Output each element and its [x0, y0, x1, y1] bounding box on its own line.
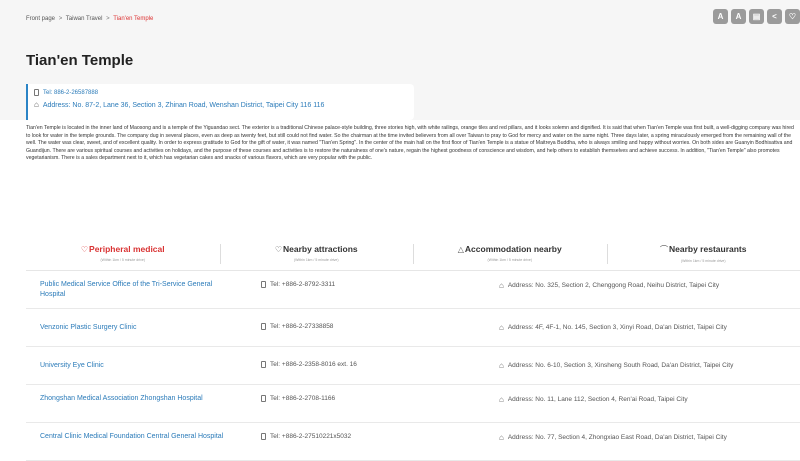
place-tel: Tel: +886-2-27510221x5032	[261, 433, 351, 440]
place-name-link[interactable]: Venzonic Plastic Surgery Clinic	[40, 323, 224, 333]
breadcrumb-separator: >	[106, 16, 110, 22]
place-tel-text[interactable]: Tel: +886-2-8792-3311	[270, 281, 335, 288]
list-item: Public Medical Service Office of the Tri…	[26, 271, 800, 309]
share-button[interactable]: <	[767, 9, 782, 24]
list-item: Central Clinic Medical Foundation Centra…	[26, 423, 800, 461]
home-icon: ⌂	[499, 395, 504, 404]
place-address: ⌂ Address: No. 325, Section 2, Chenggong …	[499, 281, 719, 290]
place-tel: Tel: +886-2-2708-1166	[261, 395, 335, 402]
list-item: University Eye Clinic Tel: +886-2-2358-8…	[26, 347, 800, 385]
attraction-icon: ♡	[274, 245, 283, 254]
place-tel-text[interactable]: Tel: +886-2-2708-1166	[270, 395, 335, 402]
contact-tel: Tel: 886-2-26587888	[34, 89, 98, 96]
place-name-link[interactable]: Public Medical Service Office of the Tri…	[40, 280, 224, 300]
page: Front page > Taiwan Travel > Tian'en Tem…	[0, 0, 800, 461]
tab-subtitle: (Within 1km / 5 minute drive)	[680, 259, 726, 263]
place-tel-text[interactable]: Tel: +886-2-2358-8016 ext. 16	[270, 361, 357, 368]
place-address: ⌂ Address: No. 6-10, Section 3, Xinsheng …	[499, 361, 733, 370]
contact-card: Tel: 886-2-26587888 ⌂ Address: No. 87-2,…	[26, 84, 414, 120]
tab-nearby-attractions[interactable]: ♡Nearby attractions (Within 1km / 5 minu…	[219, 240, 414, 270]
home-icon: ⌂	[499, 361, 504, 370]
phone-icon	[261, 361, 266, 368]
nearby-tabs: ♡Peripheral medical (Within 1km / 5 minu…	[26, 240, 800, 270]
home-icon: ⌂	[34, 100, 39, 109]
tab-label: Nearby attractions	[283, 244, 358, 254]
tab-label: Peripheral medical	[89, 244, 165, 254]
tab-subtitle: (Within 1km / 5 minute drive)	[487, 258, 533, 262]
top-bar: Front page > Taiwan Travel > Tian'en Tem…	[0, 0, 800, 36]
description: Tian'en Temple is located in the inner l…	[26, 125, 794, 162]
phone-icon	[261, 433, 266, 440]
tab-peripheral-medical[interactable]: ♡Peripheral medical (Within 1km / 5 minu…	[26, 240, 220, 270]
tab-subtitle: (Within 1km / 5 minute drive)	[293, 258, 339, 262]
place-name-link[interactable]: Central Clinic Medical Foundation Centra…	[40, 432, 224, 442]
medical-icon: ♡	[80, 245, 89, 254]
contact-address-text[interactable]: Address: No. 87-2, Lane 36, Section 3, Z…	[43, 102, 325, 109]
list-item: Zhongshan Medical Association Zhongshan …	[26, 385, 800, 423]
tab-accommodation-nearby[interactable]: △Accommodation nearby (Within 1km / 5 mi…	[413, 240, 607, 270]
font-decrease-button[interactable]: A	[713, 9, 728, 24]
tab-subtitle: (Within 1km / 5 minute drive)	[100, 258, 146, 262]
contact-tel-text[interactable]: Tel: 886-2-26587888	[43, 90, 98, 96]
place-tel-text[interactable]: Tel: +886-2-27338858	[270, 323, 333, 330]
breadcrumb-current: Tian'en Temple	[113, 16, 154, 22]
home-icon: ⌂	[499, 281, 504, 290]
tab-nearby-restaurants[interactable]: ⌒Nearby restaurants (Within 1km / 5 minu…	[606, 240, 800, 270]
tab-label: Nearby restaurants	[669, 244, 747, 254]
home-icon: ⌂	[499, 433, 504, 442]
place-tel: Tel: +886-2-8792-3311	[261, 281, 335, 288]
page-tools: A A ▤ < ♡	[713, 9, 800, 24]
breadcrumb: Front page > Taiwan Travel > Tian'en Tem…	[26, 16, 153, 22]
place-tel: Tel: +886-2-27338858	[261, 323, 333, 330]
phone-icon	[261, 395, 266, 402]
font-increase-button[interactable]: A	[731, 9, 746, 24]
place-tel: Tel: +886-2-2358-8016 ext. 16	[261, 361, 357, 368]
page-title: Tian'en Temple	[26, 52, 134, 69]
place-address: ⌂ Address: No. 11, Lane 112, Section 4, R…	[499, 395, 688, 404]
place-address-text: Address: No. 11, Lane 112, Section 4, Re…	[507, 396, 688, 403]
tab-label: Accommodation nearby	[464, 244, 562, 254]
place-tel-text[interactable]: Tel: +886-2-27510221x5032	[270, 433, 351, 440]
place-name-link[interactable]: Zhongshan Medical Association Zhongshan …	[40, 394, 224, 404]
place-address-text: Address: 4F, 4F-1, No. 145, Section 3, X…	[507, 324, 727, 331]
list-item: Venzonic Plastic Surgery Clinic Tel: +88…	[26, 309, 800, 347]
phone-icon	[261, 323, 266, 330]
place-address-text: Address: No. 77, Section 4, Zhongxiao Ea…	[507, 434, 727, 441]
places-list: Public Medical Service Office of the Tri…	[26, 271, 800, 461]
favorite-button[interactable]: ♡	[785, 9, 800, 24]
breadcrumb-home[interactable]: Front page	[26, 16, 55, 22]
contact-address: ⌂ Address: No. 87-2, Lane 36, Section 3,…	[34, 101, 324, 109]
place-address-text: Address: No. 325, Section 2, Chenggong R…	[507, 282, 720, 289]
breadcrumb-separator: >	[58, 16, 63, 22]
restaurant-icon: ⌒	[660, 245, 668, 254]
place-address: ⌂ Address: No. 77, Section 4, Zhongxiao E…	[499, 433, 727, 442]
print-button[interactable]: ▤	[749, 9, 764, 24]
accommodation-icon: △	[457, 245, 464, 254]
phone-icon	[261, 281, 266, 288]
place-address-text: Address: No. 6-10, Section 3, Xinsheng S…	[507, 362, 734, 369]
place-address: ⌂ Address: 4F, 4F-1, No. 145, Section 3, …	[499, 323, 727, 332]
breadcrumb-section[interactable]: Taiwan Travel	[66, 16, 103, 22]
place-name-link[interactable]: University Eye Clinic	[40, 361, 224, 371]
home-icon: ⌂	[499, 323, 504, 332]
phone-icon	[34, 89, 39, 96]
